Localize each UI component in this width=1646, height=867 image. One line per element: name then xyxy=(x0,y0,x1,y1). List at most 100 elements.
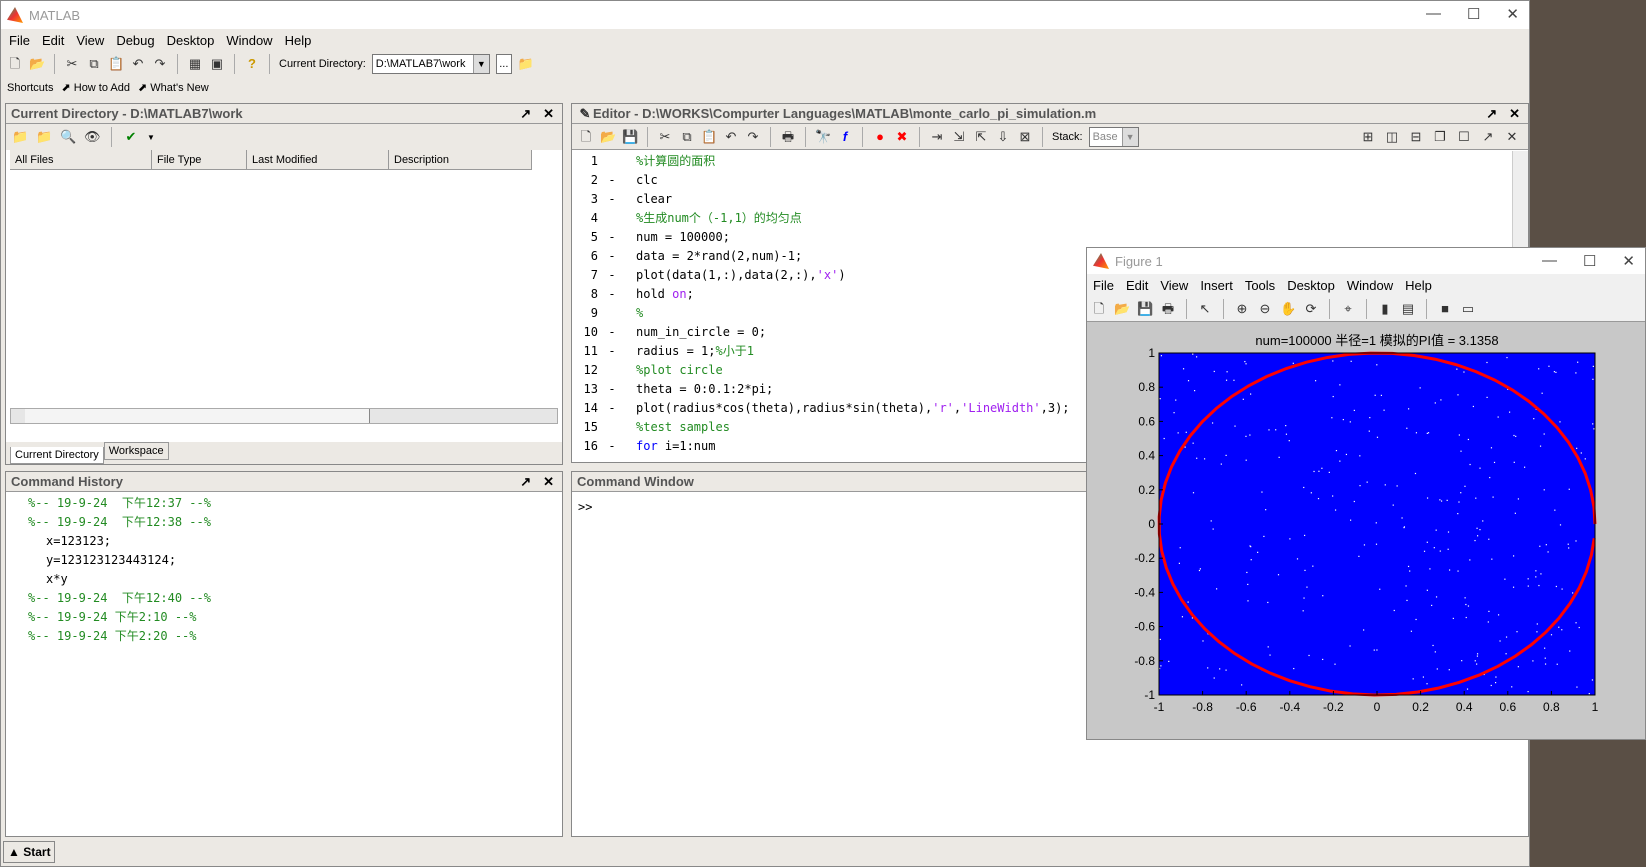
simulink-icon[interactable]: ▦ xyxy=(187,56,203,72)
menu-desktop[interactable]: Desktop xyxy=(161,33,221,48)
tab-workspace[interactable]: Workspace xyxy=(103,442,169,460)
cut-icon[interactable]: ✂ xyxy=(657,129,673,145)
history-entry[interactable]: %-- 19-9-24 下午12:38 --% xyxy=(14,513,562,532)
close-icon[interactable]: ✕ xyxy=(1509,106,1520,122)
exit-debug-icon[interactable]: ⊠ xyxy=(1017,129,1033,145)
figure-menu-edit[interactable]: Edit xyxy=(1120,278,1154,293)
data-cursor-icon[interactable]: ⌖ xyxy=(1340,301,1356,317)
close-icon[interactable]: ✕ xyxy=(1504,129,1520,145)
close-button[interactable]: ✕ xyxy=(1622,252,1635,270)
undo-icon[interactable]: ↶ xyxy=(130,56,146,72)
close-button[interactable]: ✕ xyxy=(1506,5,1519,23)
breakpoint-marker[interactable]: - xyxy=(598,266,626,285)
copy-icon[interactable]: ⧉ xyxy=(86,56,102,72)
view-icon[interactable]: 👁 xyxy=(84,129,101,145)
open-file-icon[interactable]: 📂 xyxy=(1114,301,1130,317)
zoom-in-icon[interactable]: ⊕ xyxy=(1234,301,1250,317)
tile-icon[interactable]: ⊞ xyxy=(1360,129,1376,145)
figure-menu-window[interactable]: Window xyxy=(1341,278,1399,293)
figure-menu-tools[interactable]: Tools xyxy=(1239,278,1281,293)
pointer-icon[interactable]: ↖ xyxy=(1197,301,1213,317)
left-right-split-icon[interactable]: ◫ xyxy=(1384,129,1400,145)
undock-icon[interactable]: ↗ xyxy=(1480,129,1496,145)
breakpoint-marker[interactable] xyxy=(598,209,626,228)
code-line[interactable]: 5- num = 100000; xyxy=(576,228,1528,247)
history-entry[interactable]: y=123123123443124; xyxy=(14,551,562,570)
legend-icon[interactable]: ▤ xyxy=(1400,301,1416,317)
set-breakpoint-icon[interactable]: ● xyxy=(872,129,888,145)
pan-icon[interactable]: ✋ xyxy=(1280,301,1296,317)
help-icon[interactable]: ? xyxy=(244,56,260,72)
figure-menu-help[interactable]: Help xyxy=(1399,278,1438,293)
save-icon[interactable]: 💾 xyxy=(1137,301,1153,317)
code-line[interactable]: 2- clc xyxy=(576,171,1528,190)
breakpoint-marker[interactable]: - xyxy=(598,399,626,418)
breakpoint-marker[interactable]: - xyxy=(598,228,626,247)
breakpoint-marker[interactable]: - xyxy=(598,190,626,209)
menu-view[interactable]: View xyxy=(70,33,110,48)
hide-plot-tools-icon[interactable]: ■ xyxy=(1437,301,1453,317)
paste-icon[interactable]: 📋 xyxy=(701,129,717,145)
code-line[interactable]: 4 %生成num个（-1,1）的均匀点 xyxy=(576,209,1528,228)
menu-debug[interactable]: Debug xyxy=(110,33,160,48)
open-file-icon[interactable]: 📂 xyxy=(29,56,45,72)
breakpoint-marker[interactable]: - xyxy=(598,380,626,399)
column-header[interactable]: Last Modified xyxy=(247,150,389,170)
undock-icon[interactable]: ↗ xyxy=(1486,106,1497,122)
undock-icon[interactable]: ↗ xyxy=(520,474,531,490)
colorbar-icon[interactable]: ▮ xyxy=(1377,301,1393,317)
figure-menu-desktop[interactable]: Desktop xyxy=(1281,278,1341,293)
breakpoint-marker[interactable]: - xyxy=(598,171,626,190)
undo-icon[interactable]: ↶ xyxy=(723,129,739,145)
continue-icon[interactable]: ⇩ xyxy=(995,129,1011,145)
copy-icon[interactable]: ⧉ xyxy=(679,129,695,145)
step-icon[interactable]: ⇥ xyxy=(929,129,945,145)
figure-menu-insert[interactable]: Insert xyxy=(1194,278,1239,293)
code-line[interactable]: 3- clear xyxy=(576,190,1528,209)
redo-icon[interactable]: ↷ xyxy=(152,56,168,72)
tab-current-directory[interactable]: Current Directory xyxy=(10,447,104,464)
open-file-icon[interactable]: 📂 xyxy=(600,129,616,145)
breakpoint-marker[interactable] xyxy=(598,304,626,323)
current-directory-select[interactable]: D:\MATLAB7\work ▼ xyxy=(371,54,490,74)
figure-menu-view[interactable]: View xyxy=(1154,278,1194,293)
breakpoint-marker[interactable]: - xyxy=(598,247,626,266)
find-files-icon[interactable]: 🔍 xyxy=(60,129,76,145)
breakpoint-marker[interactable]: - xyxy=(598,437,626,456)
save-icon[interactable]: 💾 xyxy=(622,129,638,145)
chevron-down-icon[interactable]: ▼ xyxy=(147,133,155,142)
menu-file[interactable]: File xyxy=(3,33,36,48)
new-folder-icon[interactable]: 📁 xyxy=(36,129,52,145)
breakpoint-marker[interactable]: - xyxy=(598,285,626,304)
zoom-out-icon[interactable]: ⊖ xyxy=(1257,301,1273,317)
history-entry[interactable]: x=123123; xyxy=(14,532,562,551)
undock-icon[interactable]: ↗ xyxy=(520,106,531,122)
maximize-icon[interactable]: ☐ xyxy=(1456,129,1472,145)
breakpoint-marker[interactable]: - xyxy=(598,342,626,361)
shortcut-whats-new[interactable]: ⬈ What's New xyxy=(138,81,209,94)
history-entry[interactable]: x*y xyxy=(14,570,562,589)
horizontal-scrollbar[interactable] xyxy=(10,408,558,424)
close-icon[interactable]: ✕ xyxy=(543,106,554,122)
breakpoint-marker[interactable]: - xyxy=(598,323,626,342)
start-button[interactable]: ▲ Start xyxy=(3,841,55,863)
history-entry[interactable]: %-- 19-9-24 下午2:20 --% xyxy=(14,627,562,646)
new-file-icon[interactable]: 🗋 xyxy=(578,129,594,145)
folder-up-icon[interactable]: 📁 xyxy=(518,56,534,72)
column-header[interactable]: File Type xyxy=(152,150,247,170)
stack-select[interactable]: Base ▼ xyxy=(1088,126,1139,147)
new-file-icon[interactable]: 🗋 xyxy=(7,56,23,72)
shortcut-how-to-add[interactable]: ⬈ How to Add xyxy=(61,81,130,94)
clear-breakpoints-icon[interactable]: ✖ xyxy=(894,129,910,145)
menu-window[interactable]: Window xyxy=(220,33,278,48)
float-icon[interactable]: ❐ xyxy=(1432,129,1448,145)
code-line[interactable]: 1 %计算圆的面积 xyxy=(576,152,1528,171)
breakpoint-marker[interactable] xyxy=(598,418,626,437)
rotate-icon[interactable]: ⟳ xyxy=(1303,301,1319,317)
cut-icon[interactable]: ✂ xyxy=(64,56,80,72)
show-plot-tools-icon[interactable]: ▭ xyxy=(1460,301,1476,317)
minimize-button[interactable]: — xyxy=(1426,5,1441,23)
function-icon[interactable]: f xyxy=(837,129,853,145)
breakpoint-marker[interactable] xyxy=(598,152,626,171)
step-in-icon[interactable]: ⇲ xyxy=(951,129,967,145)
